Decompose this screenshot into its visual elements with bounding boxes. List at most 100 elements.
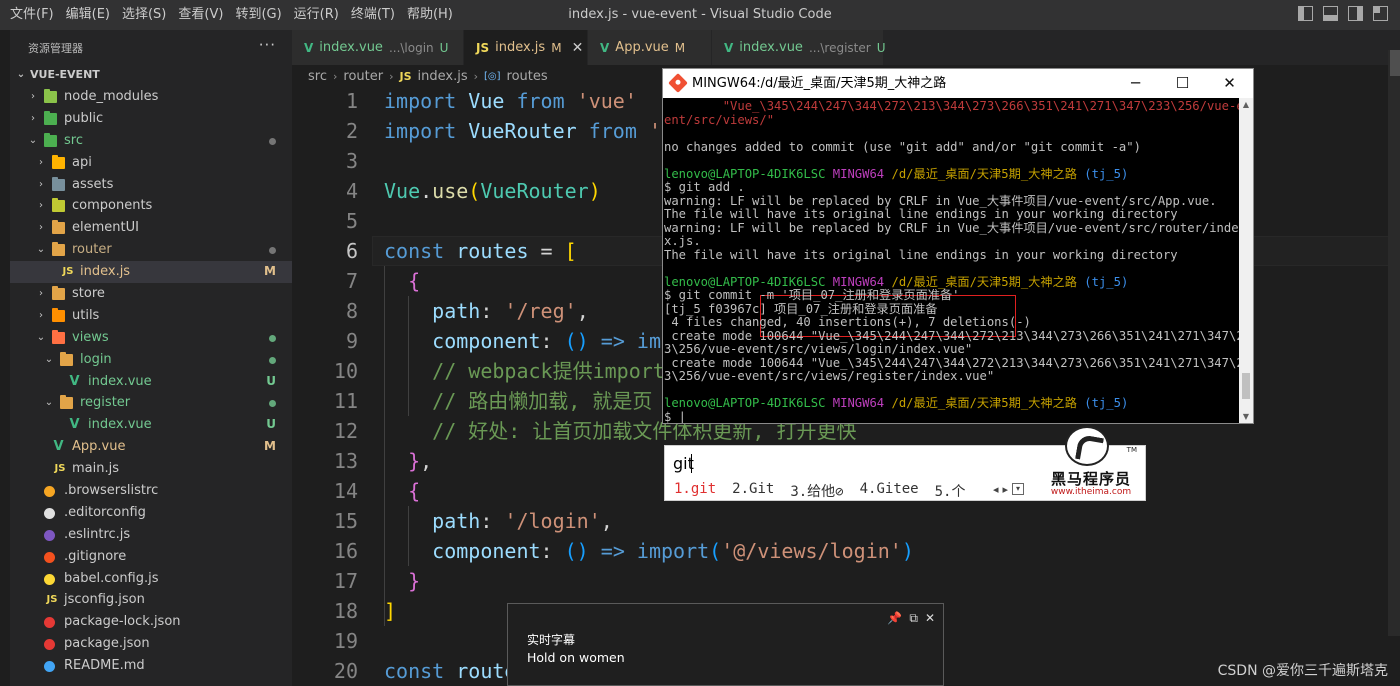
code-line[interactable]: import VueRouter from ' xyxy=(384,116,661,146)
maximize-button[interactable]: ☐ xyxy=(1159,69,1206,98)
code-line[interactable]: } xyxy=(384,566,420,596)
tree-file[interactable]: Vindex.vue U xyxy=(10,414,292,436)
terminal-titlebar[interactable]: MINGW64:/d/最近_桌面/天津5期_大神之路 ─ ☐ ✕ xyxy=(663,69,1253,98)
git-bash-window[interactable]: MINGW64:/d/最近_桌面/天津5期_大神之路 ─ ☐ ✕ "Vue_\3… xyxy=(662,68,1254,424)
tree-file[interactable]: README.md xyxy=(10,655,292,677)
code-line[interactable]: { xyxy=(384,266,420,296)
tree-file[interactable]: babel.config.js xyxy=(10,568,292,590)
tree-folder[interactable]: ⌄ register xyxy=(10,392,292,414)
tree-file[interactable]: JS main.js xyxy=(10,458,292,480)
tree-file[interactable]: .eslintrc.js xyxy=(10,524,292,546)
tab-router-index-js[interactable]: JS index.js M ✕ xyxy=(464,30,588,65)
tree-folder[interactable]: › assets xyxy=(10,174,292,196)
js-file-icon: JS xyxy=(476,40,490,55)
tab-register-index-vue[interactable]: Vindex.vue ...\register U xyxy=(712,30,886,65)
code-line[interactable]: ] xyxy=(384,596,396,626)
tree-file[interactable]: V App.vue M xyxy=(10,436,292,458)
toggle-panel-icon[interactable] xyxy=(1323,6,1338,21)
menu-item[interactable]: 选择(S) xyxy=(116,0,172,30)
tree-folder[interactable]: ⌄ router xyxy=(10,239,292,261)
ime-candidate[interactable]: 1.git xyxy=(674,481,716,501)
editor-scrollbar-thumb[interactable] xyxy=(1390,50,1400,76)
close-icon[interactable]: ✕ xyxy=(925,611,935,626)
tree-folder[interactable]: › api xyxy=(10,152,292,174)
code-token: , xyxy=(420,449,433,473)
code-line[interactable]: const routes = [ xyxy=(384,236,577,266)
tree-file[interactable]: .browserslistrc xyxy=(10,480,292,502)
page-prev-icon[interactable]: ◂ xyxy=(993,483,999,496)
code-line[interactable]: path: '/login', xyxy=(384,506,613,536)
tree-file[interactable]: .gitignore xyxy=(10,546,292,568)
close-button[interactable]: ✕ xyxy=(1206,69,1253,98)
line-number: 9 xyxy=(345,329,358,353)
code-line[interactable]: path: '/reg', xyxy=(384,296,589,326)
terminal-scrollbar-thumb[interactable] xyxy=(1242,373,1250,399)
breadcrumb-item[interactable]: index.js xyxy=(418,69,468,84)
tree-file[interactable]: JS index.js M xyxy=(10,261,292,284)
code-line[interactable]: import Vue from 'vue' xyxy=(384,86,637,116)
tree-folder[interactable]: › components xyxy=(10,195,292,217)
menu-item[interactable]: 帮助(H) xyxy=(401,0,459,30)
breadcrumb-item[interactable]: routes xyxy=(507,69,548,84)
breadcrumb-item[interactable]: src xyxy=(308,69,327,84)
tree-folder[interactable]: › public xyxy=(10,108,292,130)
customize-layout-icon[interactable] xyxy=(1373,6,1388,21)
tab-login-index-vue[interactable]: Vindex.vue ...\login U xyxy=(292,30,464,65)
project-root[interactable]: ⌄ VUE-EVENT xyxy=(10,64,292,86)
tree-file[interactable]: Vindex.vue U xyxy=(10,371,292,393)
terminal-scrollbar[interactable]: ▲ ▼ xyxy=(1239,98,1253,423)
tree-folder[interactable]: › utils xyxy=(10,305,292,327)
tree-folder[interactable]: ⌄ views xyxy=(10,327,292,349)
tree-folder[interactable]: › node_modules xyxy=(10,86,292,108)
tree-file[interactable]: package-lock.json xyxy=(10,611,292,633)
menu-item[interactable]: 终端(T) xyxy=(345,0,401,30)
code-line[interactable]: }, xyxy=(384,446,432,476)
code-line[interactable]: { xyxy=(384,476,420,506)
code-line[interactable]: // webpack提供import xyxy=(384,356,665,386)
terminal-output[interactable]: "Vue_\345\244\247\344\272\213\344\273\26… xyxy=(663,98,1239,423)
pin-icon[interactable]: 📌 xyxy=(887,611,902,626)
editor-scrollbar[interactable] xyxy=(1388,50,1400,636)
menu-item[interactable]: 转到(G) xyxy=(229,0,287,30)
explorer-more-actions-icon[interactable]: ··· xyxy=(259,36,276,54)
ime-candidate[interactable]: 2.Git xyxy=(732,481,774,501)
toggle-primary-sidebar-icon[interactable] xyxy=(1298,6,1313,21)
scroll-down-arrow-icon[interactable]: ▼ xyxy=(1239,412,1253,421)
tree-folder[interactable]: › elementUI xyxy=(10,217,292,239)
ime-candidate[interactable]: 4.Gitee xyxy=(860,481,919,501)
terminal-line: create mode 100644 "Vue_\345\244\247\344… xyxy=(664,356,1239,370)
tree-file[interactable]: .editorconfig xyxy=(10,502,292,524)
minimize-button[interactable]: ─ xyxy=(1112,69,1159,98)
explorer-header: 资源管理器 ··· xyxy=(10,30,292,64)
menu-item[interactable]: 查看(V) xyxy=(172,0,229,30)
menu-item[interactable]: 运行(R) xyxy=(288,0,345,30)
tree-item-label: login xyxy=(80,351,112,367)
tree-item-label: package.json xyxy=(64,636,150,652)
toggle-secondary-sidebar-icon[interactable] xyxy=(1348,6,1363,21)
tree-folder[interactable]: › store xyxy=(10,283,292,305)
tab-app-vue[interactable]: V App.vue M xyxy=(588,30,712,65)
code-token: ) xyxy=(901,539,914,563)
caption-settings-icon[interactable]: ⧉ xyxy=(909,611,918,626)
code-line[interactable]: component: () => im xyxy=(384,326,661,356)
code-line[interactable]: // 路由懒加载, 就是页 xyxy=(384,386,652,416)
code-line[interactable]: component: () => import('@/views/login') xyxy=(384,536,914,566)
tree-folder[interactable]: ⌄ src xyxy=(10,130,292,152)
line-number: 18 xyxy=(333,599,358,623)
menu-item[interactable]: 编辑(E) xyxy=(60,0,116,30)
tree-item-label: .eslintrc.js xyxy=(64,526,131,542)
tree-folder[interactable]: ⌄ login xyxy=(10,349,292,371)
ime-candidate[interactable]: 5.个 xyxy=(935,481,966,501)
breadcrumb-item[interactable]: router xyxy=(343,69,383,84)
tree-file[interactable]: JS jsconfig.json xyxy=(10,589,292,611)
scroll-up-arrow-icon[interactable]: ▲ xyxy=(1239,100,1253,109)
tree-file[interactable]: package.json xyxy=(10,633,292,655)
close-icon[interactable]: ✕ xyxy=(572,40,584,56)
menu-item[interactable]: 文件(F) xyxy=(4,0,60,30)
code-line[interactable]: Vue.use(VueRouter) xyxy=(384,176,601,206)
expand-candidates-icon[interactable]: ▾ xyxy=(1012,483,1025,495)
ime-candidate[interactable]: 3.给他⊘ xyxy=(790,481,843,501)
project-name: VUE-EVENT xyxy=(30,68,100,81)
js-file-icon: JS xyxy=(62,266,74,278)
page-next-icon[interactable]: ▸ xyxy=(1003,483,1009,496)
